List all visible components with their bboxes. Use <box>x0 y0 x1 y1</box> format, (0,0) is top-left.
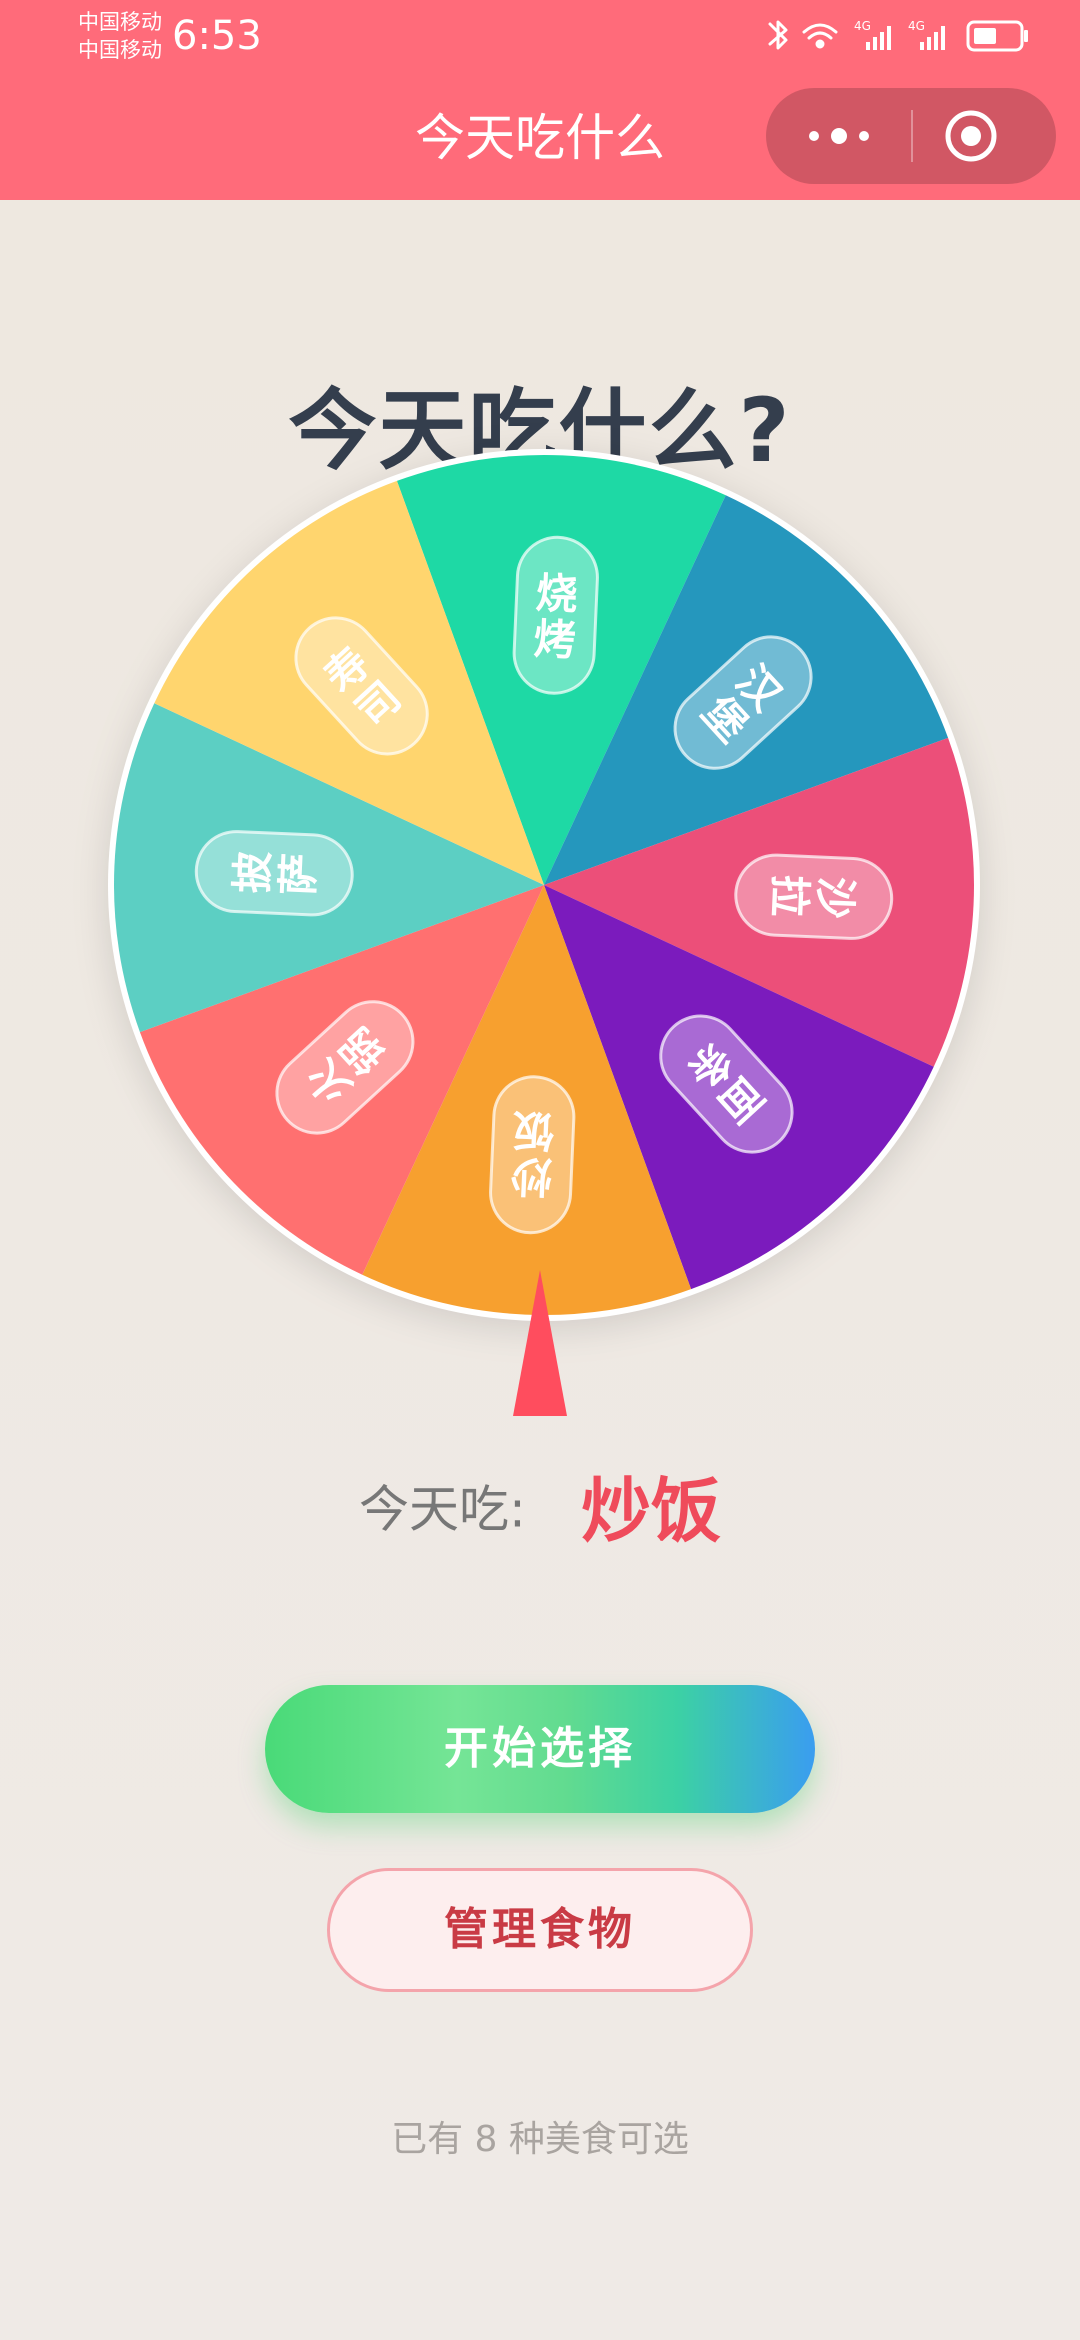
wheel-label-char: 拉 <box>764 874 815 918</box>
battery-icon <box>966 20 1028 52</box>
status-icons: 4G 4G <box>768 19 1028 52</box>
wheel-pointer <box>513 1270 567 1416</box>
start-button[interactable]: 开始选择 <box>265 1685 815 1813</box>
wheel-label-char: 烧 <box>535 568 579 619</box>
wheel-label-char: 饭 <box>511 1105 555 1156</box>
top-bar: 中国移动 中国移动 6:53 4G 4G 今天吃什么 <box>0 0 1080 200</box>
wheel-label: 烧烤 <box>512 535 599 695</box>
footer-note: 已有 8 种美食可选 <box>391 2119 689 2160</box>
carrier-2: 中国移动 <box>78 38 162 62</box>
signal-4g-icon: 4G <box>854 19 891 50</box>
result-line: 今天吃: 炒饭 <box>0 1455 1080 1556</box>
food-wheel[interactable]: 烧烤汉堡沙拉面条炒饭火锅披萨寿司 <box>104 445 984 1325</box>
signal-4g-icon: 4G <box>908 19 945 50</box>
target-close-icon[interactable] <box>941 106 1001 166</box>
more-dots-icon[interactable] <box>794 112 884 160</box>
status-time: 6:53 <box>172 13 262 59</box>
wheel-label-char: 披 <box>227 850 278 894</box>
bluetooth-icon <box>768 20 788 50</box>
manage-food-button[interactable]: 管理食物 <box>327 1868 753 1992</box>
wheel-label-char: 烤 <box>533 614 577 665</box>
wheel-label-char: 炒 <box>509 1151 553 1202</box>
capsule-divider <box>911 110 913 162</box>
carrier-1: 中国移动 <box>78 10 162 34</box>
carrier-info: 中国移动 中国移动 <box>78 8 162 64</box>
mini-program-capsule <box>766 88 1056 184</box>
wheel-label: 披萨 <box>194 830 354 917</box>
result-value: 炒饭 <box>580 1470 721 1552</box>
wheel-svg[interactable]: 烧烤汉堡沙拉面条炒饭火锅披萨寿司 <box>104 445 984 1325</box>
wheel-label: 炒饭 <box>489 1075 576 1235</box>
wheel-label: 沙拉 <box>734 853 894 940</box>
result-label: 今天吃: <box>359 1480 526 1539</box>
network-label-2: 4G <box>908 19 925 33</box>
network-label-1: 4G <box>854 19 871 33</box>
wifi-icon <box>802 23 838 49</box>
wheel-label-char: 沙 <box>810 876 861 920</box>
wheel-label-char: 萨 <box>273 852 324 896</box>
